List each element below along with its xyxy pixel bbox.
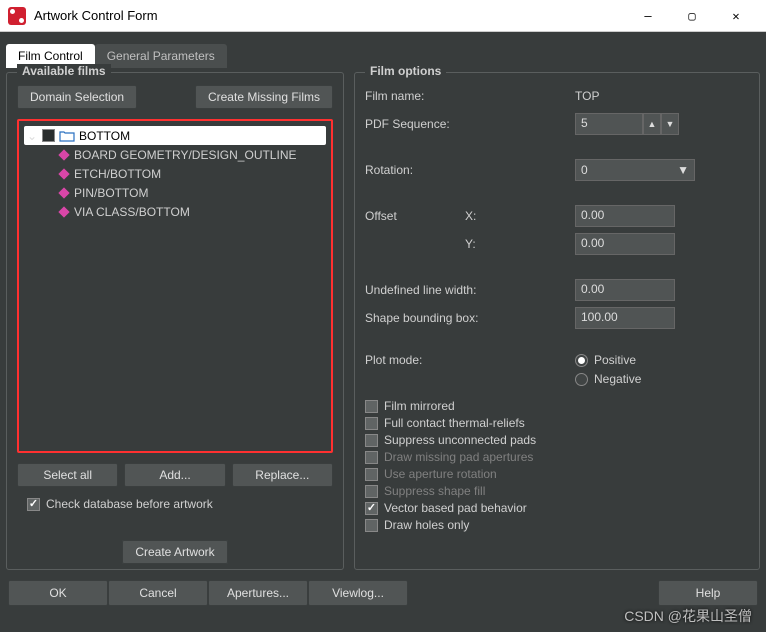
- domain-selection-button[interactable]: Domain Selection: [17, 85, 137, 109]
- tree-item-label: PIN/BOTTOM: [74, 186, 148, 200]
- watermark: CSDN @花果山圣僧: [624, 606, 752, 626]
- tab-general-parameters[interactable]: General Parameters: [95, 44, 227, 68]
- check-database-label: Check database before artwork: [46, 497, 213, 511]
- shape-bounding-box-input[interactable]: 100.00: [575, 307, 675, 329]
- film-name-value: TOP: [575, 89, 599, 103]
- vector-pad-checkbox[interactable]: Vector based pad behavior: [365, 501, 749, 515]
- pdf-sequence-spinner[interactable]: 5 ▲ ▼: [575, 113, 679, 135]
- tree-item-label: ETCH/BOTTOM: [74, 167, 161, 181]
- tree-item[interactable]: ETCH/BOTTOM: [24, 164, 326, 183]
- diamond-icon: [58, 168, 70, 180]
- tree-item-label: BOARD GEOMETRY/DESIGN_OUTLINE: [74, 148, 297, 162]
- plot-mode-label: Plot mode:: [365, 353, 575, 367]
- spinner-down-icon[interactable]: ▼: [661, 113, 679, 135]
- app-icon: [8, 7, 26, 25]
- ok-button[interactable]: OK: [8, 580, 108, 606]
- folder-icon: [59, 130, 75, 142]
- draw-missing-checkbox: Draw missing pad apertures: [365, 450, 749, 464]
- checkbox[interactable]: [42, 129, 55, 142]
- titlebar: Artwork Control Form ― ▢ ✕: [0, 0, 766, 32]
- tree-item[interactable]: PIN/BOTTOM: [24, 183, 326, 202]
- add-button[interactable]: Add...: [124, 463, 225, 487]
- aperture-rotation-checkbox: Use aperture rotation: [365, 467, 749, 481]
- offset-y-input[interactable]: 0.00: [575, 233, 675, 255]
- checkbox-checked-icon[interactable]: [27, 498, 40, 511]
- create-artwork-button[interactable]: Create Artwork: [122, 540, 227, 564]
- shape-fill-checkbox: Suppress shape fill: [365, 484, 749, 498]
- y-label: Y:: [465, 237, 515, 251]
- chevron-down-icon[interactable]: ⌄: [26, 129, 38, 143]
- viewlog-button[interactable]: Viewlog...: [308, 580, 408, 606]
- help-button[interactable]: Help: [658, 580, 758, 606]
- film-options-panel: Film options Film name: TOP PDF Sequence…: [354, 72, 760, 570]
- negative-radio[interactable]: Negative: [575, 372, 641, 386]
- apertures-button[interactable]: Apertures...: [208, 580, 308, 606]
- rotation-label: Rotation:: [365, 163, 525, 177]
- films-tree[interactable]: ⌄ BOTTOM BOARD GEOMETRY/DESIGN_OUTLINE: [17, 119, 333, 453]
- thermal-reliefs-checkbox[interactable]: Full contact thermal-reliefs: [365, 416, 749, 430]
- shape-bounding-box-label: Shape bounding box:: [365, 311, 575, 325]
- radio-checked-icon: [575, 354, 588, 367]
- x-label: X:: [465, 209, 515, 223]
- window-title: Artwork Control Form: [34, 8, 626, 23]
- available-films-panel: Available films Domain Selection Create …: [6, 72, 344, 570]
- diamond-icon: [58, 149, 70, 161]
- panel-title: Available films: [17, 64, 111, 78]
- tree-item[interactable]: VIA CLASS/BOTTOM: [24, 202, 326, 221]
- offset-label: Offset: [365, 209, 465, 223]
- cancel-button[interactable]: Cancel: [108, 580, 208, 606]
- film-mirrored-checkbox[interactable]: Film mirrored: [365, 399, 749, 413]
- replace-button[interactable]: Replace...: [232, 463, 333, 487]
- offset-x-input[interactable]: 0.00: [575, 205, 675, 227]
- minimize-button[interactable]: ―: [626, 1, 670, 31]
- diamond-icon: [58, 206, 70, 218]
- check-database-row[interactable]: Check database before artwork: [17, 497, 333, 511]
- panel-title: Film options: [365, 64, 446, 78]
- draw-holes-checkbox[interactable]: Draw holes only: [365, 518, 749, 532]
- spinner-up-icon[interactable]: ▲: [643, 113, 661, 135]
- rotation-select[interactable]: 0▼: [575, 159, 695, 181]
- undefined-line-width-input[interactable]: 0.00: [575, 279, 675, 301]
- select-all-button[interactable]: Select all: [17, 463, 118, 487]
- positive-radio[interactable]: Positive: [575, 353, 641, 367]
- pdf-sequence-label: PDF Sequence:: [365, 117, 525, 131]
- chevron-down-icon: ▼: [677, 163, 689, 177]
- tree-item-label: VIA CLASS/BOTTOM: [74, 205, 190, 219]
- undefined-line-width-label: Undefined line width:: [365, 283, 575, 297]
- suppress-pads-checkbox[interactable]: Suppress unconnected pads: [365, 433, 749, 447]
- create-missing-films-button[interactable]: Create Missing Films: [195, 85, 333, 109]
- tree-item[interactable]: BOARD GEOMETRY/DESIGN_OUTLINE: [24, 145, 326, 164]
- app-window: Artwork Control Form ― ▢ ✕ Film Control …: [0, 0, 766, 632]
- close-button[interactable]: ✕: [714, 1, 758, 31]
- film-name-label: Film name:: [365, 89, 525, 103]
- radio-icon: [575, 373, 588, 386]
- bottom-button-bar: OK Cancel Apertures... Viewlog... Help: [6, 580, 760, 606]
- tree-root-label: BOTTOM: [79, 129, 130, 143]
- maximize-button[interactable]: ▢: [670, 1, 714, 31]
- diamond-icon: [58, 187, 70, 199]
- tree-root[interactable]: ⌄ BOTTOM: [24, 126, 326, 145]
